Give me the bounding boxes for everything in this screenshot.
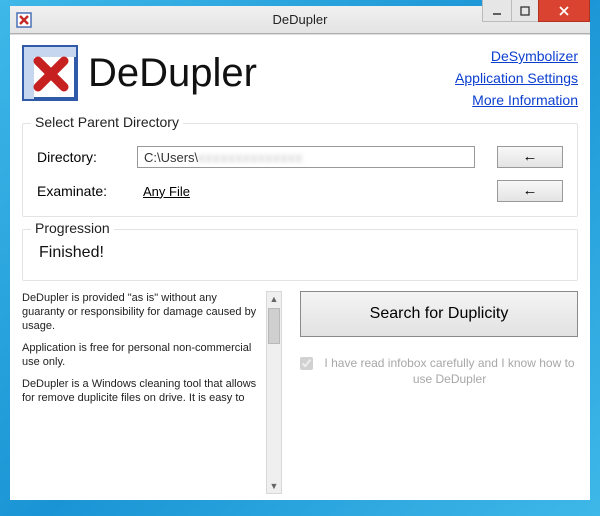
header-links: DeSymbolizer Application Settings More I… (455, 45, 578, 111)
select-directory-group: Select Parent Directory Directory: C:\Us… (22, 123, 578, 217)
confirm-checkbox[interactable] (300, 357, 313, 370)
app-logo-icon (22, 45, 78, 101)
progression-group: Progression Finished! (22, 229, 578, 281)
progression-title: Progression (31, 220, 114, 236)
infobox-p1: DeDupler is provided "as is" without any… (22, 291, 260, 333)
infobox[interactable]: DeDupler is provided "as is" without any… (22, 291, 266, 494)
maximize-button[interactable] (511, 0, 539, 22)
link-app-settings[interactable]: Application Settings (455, 67, 578, 89)
infobox-wrap: DeDupler is provided "as is" without any… (22, 291, 282, 494)
scroll-up-icon[interactable]: ▲ (270, 292, 279, 306)
scroll-thumb[interactable] (268, 308, 280, 344)
infobox-p3: DeDupler is a Windows cleaning tool that… (22, 377, 260, 405)
bottom-row: DeDupler is provided "as is" without any… (22, 291, 578, 494)
confirm-row[interactable]: I have read infobox carefully and I know… (300, 355, 578, 387)
examinate-row: Examinate: Any File ← (37, 180, 563, 202)
link-desymbolizer[interactable]: DeSymbolizer (455, 45, 578, 67)
directory-row: Directory: C:\Users\xxxxxxxxxxxxxx ← (37, 146, 563, 168)
search-duplicity-button[interactable]: Search for Duplicity (300, 291, 578, 337)
confirm-text: I have read infobox carefully and I know… (321, 355, 578, 387)
close-button[interactable] (538, 0, 590, 22)
window-controls (483, 0, 590, 22)
infobox-p2: Application is free for personal non-com… (22, 341, 260, 369)
select-directory-title: Select Parent Directory (31, 114, 183, 130)
directory-input[interactable]: C:\Users\xxxxxxxxxxxxxx (137, 146, 475, 168)
browse-examinate-button[interactable]: ← (497, 180, 563, 202)
link-more-info[interactable]: More Information (455, 89, 578, 111)
scroll-down-icon[interactable]: ▼ (270, 479, 279, 493)
titlebar: DeDupler (10, 6, 590, 34)
window-body: DeDupler DeSymbolizer Application Settin… (10, 34, 590, 500)
header: DeDupler DeSymbolizer Application Settin… (22, 45, 578, 111)
app-title: DeDupler (88, 53, 257, 93)
minimize-button[interactable] (482, 0, 512, 22)
examinate-any-file-link[interactable]: Any File (137, 184, 475, 199)
examinate-label: Examinate: (37, 183, 137, 199)
directory-value-prefix: C:\Users\ (144, 150, 198, 165)
browse-directory-button[interactable]: ← (497, 146, 563, 168)
logo: DeDupler (22, 45, 257, 101)
app-icon-small (16, 12, 32, 28)
infobox-scrollbar[interactable]: ▲ ▼ (266, 291, 282, 494)
progression-status: Finished! (39, 244, 563, 262)
directory-label: Directory: (37, 149, 137, 165)
action-column: Search for Duplicity I have read infobox… (300, 291, 578, 494)
directory-value-redacted: xxxxxxxxxxxxxx (198, 150, 303, 165)
